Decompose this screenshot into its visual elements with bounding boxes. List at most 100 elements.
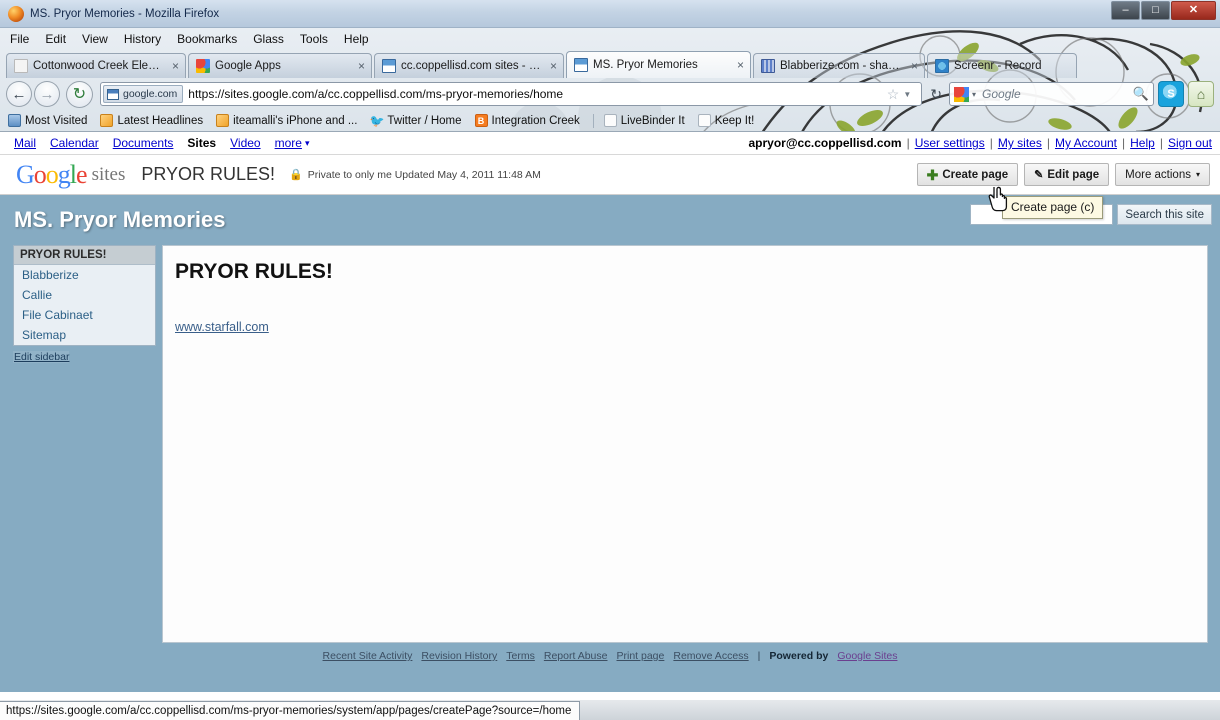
menu-item-file[interactable]: File [10, 32, 29, 46]
minimize-button[interactable]: – [1111, 1, 1140, 20]
menu-bar: File Edit View History Bookmarks Glass T… [0, 28, 1220, 50]
tab-close-icon[interactable]: × [358, 60, 365, 72]
bookmark-integration-creek[interactable]: B Integration Creek [474, 114, 580, 127]
site-name: PRYOR RULES! [141, 164, 276, 184]
bookmark-keep-it[interactable]: Keep It! [697, 114, 754, 127]
footer-link-terms[interactable]: Terms [506, 650, 535, 662]
tab-google-apps[interactable]: Google Apps × [188, 53, 372, 78]
chevron-down-icon[interactable]: ▼ [903, 90, 911, 99]
tab-ms-pryor-memories[interactable]: MS. Pryor Memories × [566, 51, 751, 78]
create-page-button[interactable]: ✚ Create page [916, 163, 1019, 186]
menu-item-view[interactable]: View [82, 32, 108, 46]
site-body: MS. Pryor Memories Search this site PRYO… [0, 195, 1220, 692]
bookmark-label: LiveBinder It [620, 114, 685, 127]
sidebar-item-callie[interactable]: Callie [14, 285, 155, 305]
sidebar-item-sitemap[interactable]: Sitemap [14, 325, 155, 345]
tab-close-icon[interactable]: × [737, 59, 744, 71]
tab-label: Screenr - Record [954, 60, 1042, 72]
edit-page-label: Edit page [1047, 168, 1100, 181]
search-input[interactable]: Google [982, 87, 1133, 101]
window-title: MS. Pryor Memories - Mozilla Firefox [30, 7, 220, 20]
gbar-link-video[interactable]: Video [230, 136, 260, 150]
tab-blabberize[interactable]: Blabberize.com - share: Dave × [753, 53, 925, 78]
menu-item-edit[interactable]: Edit [45, 32, 66, 46]
menu-item-glass[interactable]: Glass [253, 32, 284, 46]
gbar-link-more[interactable]: more [275, 136, 302, 150]
gbar-link-calendar[interactable]: Calendar [50, 136, 99, 150]
separator: | [1159, 136, 1163, 150]
address-bar[interactable]: google.com https://sites.google.com/a/cc… [100, 82, 923, 106]
home-icon[interactable]: ⌂ [1188, 81, 1214, 107]
sidebar-item-blabberize[interactable]: Blabberize [14, 265, 155, 285]
site-identity-chip[interactable]: google.com [103, 85, 184, 103]
menu-item-tools[interactable]: Tools [300, 32, 328, 46]
footer-link-print-page[interactable]: Print page [617, 650, 665, 662]
gbar-link-my-sites[interactable]: My sites [998, 136, 1042, 150]
skype-icon[interactable]: S [1158, 81, 1184, 107]
browser-window: MS. Pryor Memories - Mozilla Firefox – □… [0, 0, 1220, 720]
content-link-starfall[interactable]: www.starfall.com [175, 320, 269, 334]
privacy-status-text: Private to only me Updated May 4, 2011 1… [307, 168, 541, 181]
bookmarks-bar: Most Visited Latest Headlines iteamalli'… [0, 110, 1220, 132]
edit-sidebar-link[interactable]: Edit sidebar [13, 351, 70, 363]
site-footer: Recent Site Activity Revision History Te… [0, 650, 1220, 662]
menu-item-history[interactable]: History [124, 32, 161, 46]
bookmark-label: iteamalli's iPhone and ... [233, 114, 358, 127]
tab-close-icon[interactable]: × [911, 60, 918, 72]
edit-page-button[interactable]: ✎ Edit page [1024, 163, 1110, 186]
footer-link-revision-history[interactable]: Revision History [421, 650, 497, 662]
gbar-link-help[interactable]: Help [1130, 136, 1155, 150]
gbar-link-my-account[interactable]: My Account [1055, 136, 1117, 150]
search-icon[interactable]: 🔍 [1133, 86, 1149, 102]
tab-close-icon[interactable]: × [172, 60, 179, 72]
forward-button[interactable]: → [34, 81, 60, 107]
search-bar[interactable]: ▾ Google 🔍 [949, 82, 1154, 106]
sidebar-header: PRYOR RULES! [14, 246, 155, 265]
menu-item-help[interactable]: Help [344, 32, 369, 46]
back-button[interactable]: ← [6, 81, 32, 107]
bookmark-iteamalli-iphone[interactable]: iteamalli's iPhone and ... [216, 114, 357, 127]
address-bar-url: https://sites.google.com/a/cc.coppellisd… [188, 87, 564, 101]
separator: | [1046, 136, 1050, 150]
footer-link-report-abuse[interactable]: Report Abuse [544, 650, 608, 662]
screenr-icon [935, 59, 949, 73]
bookmark-twitter-home[interactable]: 🐦 Twitter / Home [369, 113, 462, 128]
google-logo: Google [16, 159, 88, 189]
lock-icon: 🔒 [289, 169, 303, 181]
gbar-link-sign-out[interactable]: Sign out [1168, 136, 1212, 150]
reload-icon[interactable]: ↻ [930, 86, 942, 103]
navigation-toolbar: ← → ↻ google.com https://sites.google.co… [0, 78, 1220, 110]
tab-cottonwood-creek[interactable]: Cottonwood Creek Element... × [6, 53, 186, 78]
footer-link-recent-site-activity[interactable]: Recent Site Activity [323, 650, 413, 662]
bookmark-latest-headlines[interactable]: Latest Headlines [100, 114, 203, 127]
site-search-button[interactable]: Search this site [1117, 204, 1212, 225]
twitter-icon: 🐦 [369, 113, 385, 128]
sidebar-item-file-cabinaet[interactable]: File Cabinaet [14, 305, 155, 325]
bookmark-livebinder-it[interactable]: LiveBinder It [603, 114, 685, 127]
reload-button[interactable]: ↻ [66, 80, 93, 108]
tab-screenr-record[interactable]: Screenr - Record [927, 53, 1077, 78]
sites-wordmark: sites [91, 163, 126, 185]
bookmark-star-icon[interactable]: ☆ [887, 86, 900, 103]
tab-cc-coppellisd-sites[interactable]: cc.coppellisd.com sites - Go... × [374, 53, 564, 78]
window-controls: – □ ✕ [1111, 1, 1216, 20]
status-bar-url: https://sites.google.com/a/cc.coppellisd… [0, 701, 581, 720]
footer-link-google-sites[interactable]: Google Sites [837, 650, 897, 662]
google-services-bar: Mail Calendar Documents Sites Video more… [0, 132, 1220, 155]
tab-close-icon[interactable]: × [550, 60, 557, 72]
menu-item-bookmarks[interactable]: Bookmarks [177, 32, 237, 46]
gbar-link-user-settings[interactable]: User settings [915, 136, 985, 150]
chevron-down-icon[interactable]: ▾ [972, 90, 976, 99]
tab-label: Google Apps [215, 60, 281, 72]
maximize-button[interactable]: □ [1141, 1, 1170, 20]
footer-link-remove-access[interactable]: Remove Access [673, 650, 748, 662]
more-actions-button[interactable]: More actions ▾ [1115, 163, 1210, 186]
create-page-label: Create page [942, 168, 1009, 181]
pencil-icon: ✎ [1034, 169, 1044, 181]
chevron-down-icon[interactable]: ▾ [305, 138, 310, 149]
gbar-link-documents[interactable]: Documents [113, 136, 174, 150]
bookmark-label: Twitter / Home [387, 114, 462, 127]
bookmark-most-visited[interactable]: Most Visited [8, 114, 87, 127]
close-button[interactable]: ✕ [1171, 1, 1216, 20]
gbar-link-mail[interactable]: Mail [14, 136, 36, 150]
